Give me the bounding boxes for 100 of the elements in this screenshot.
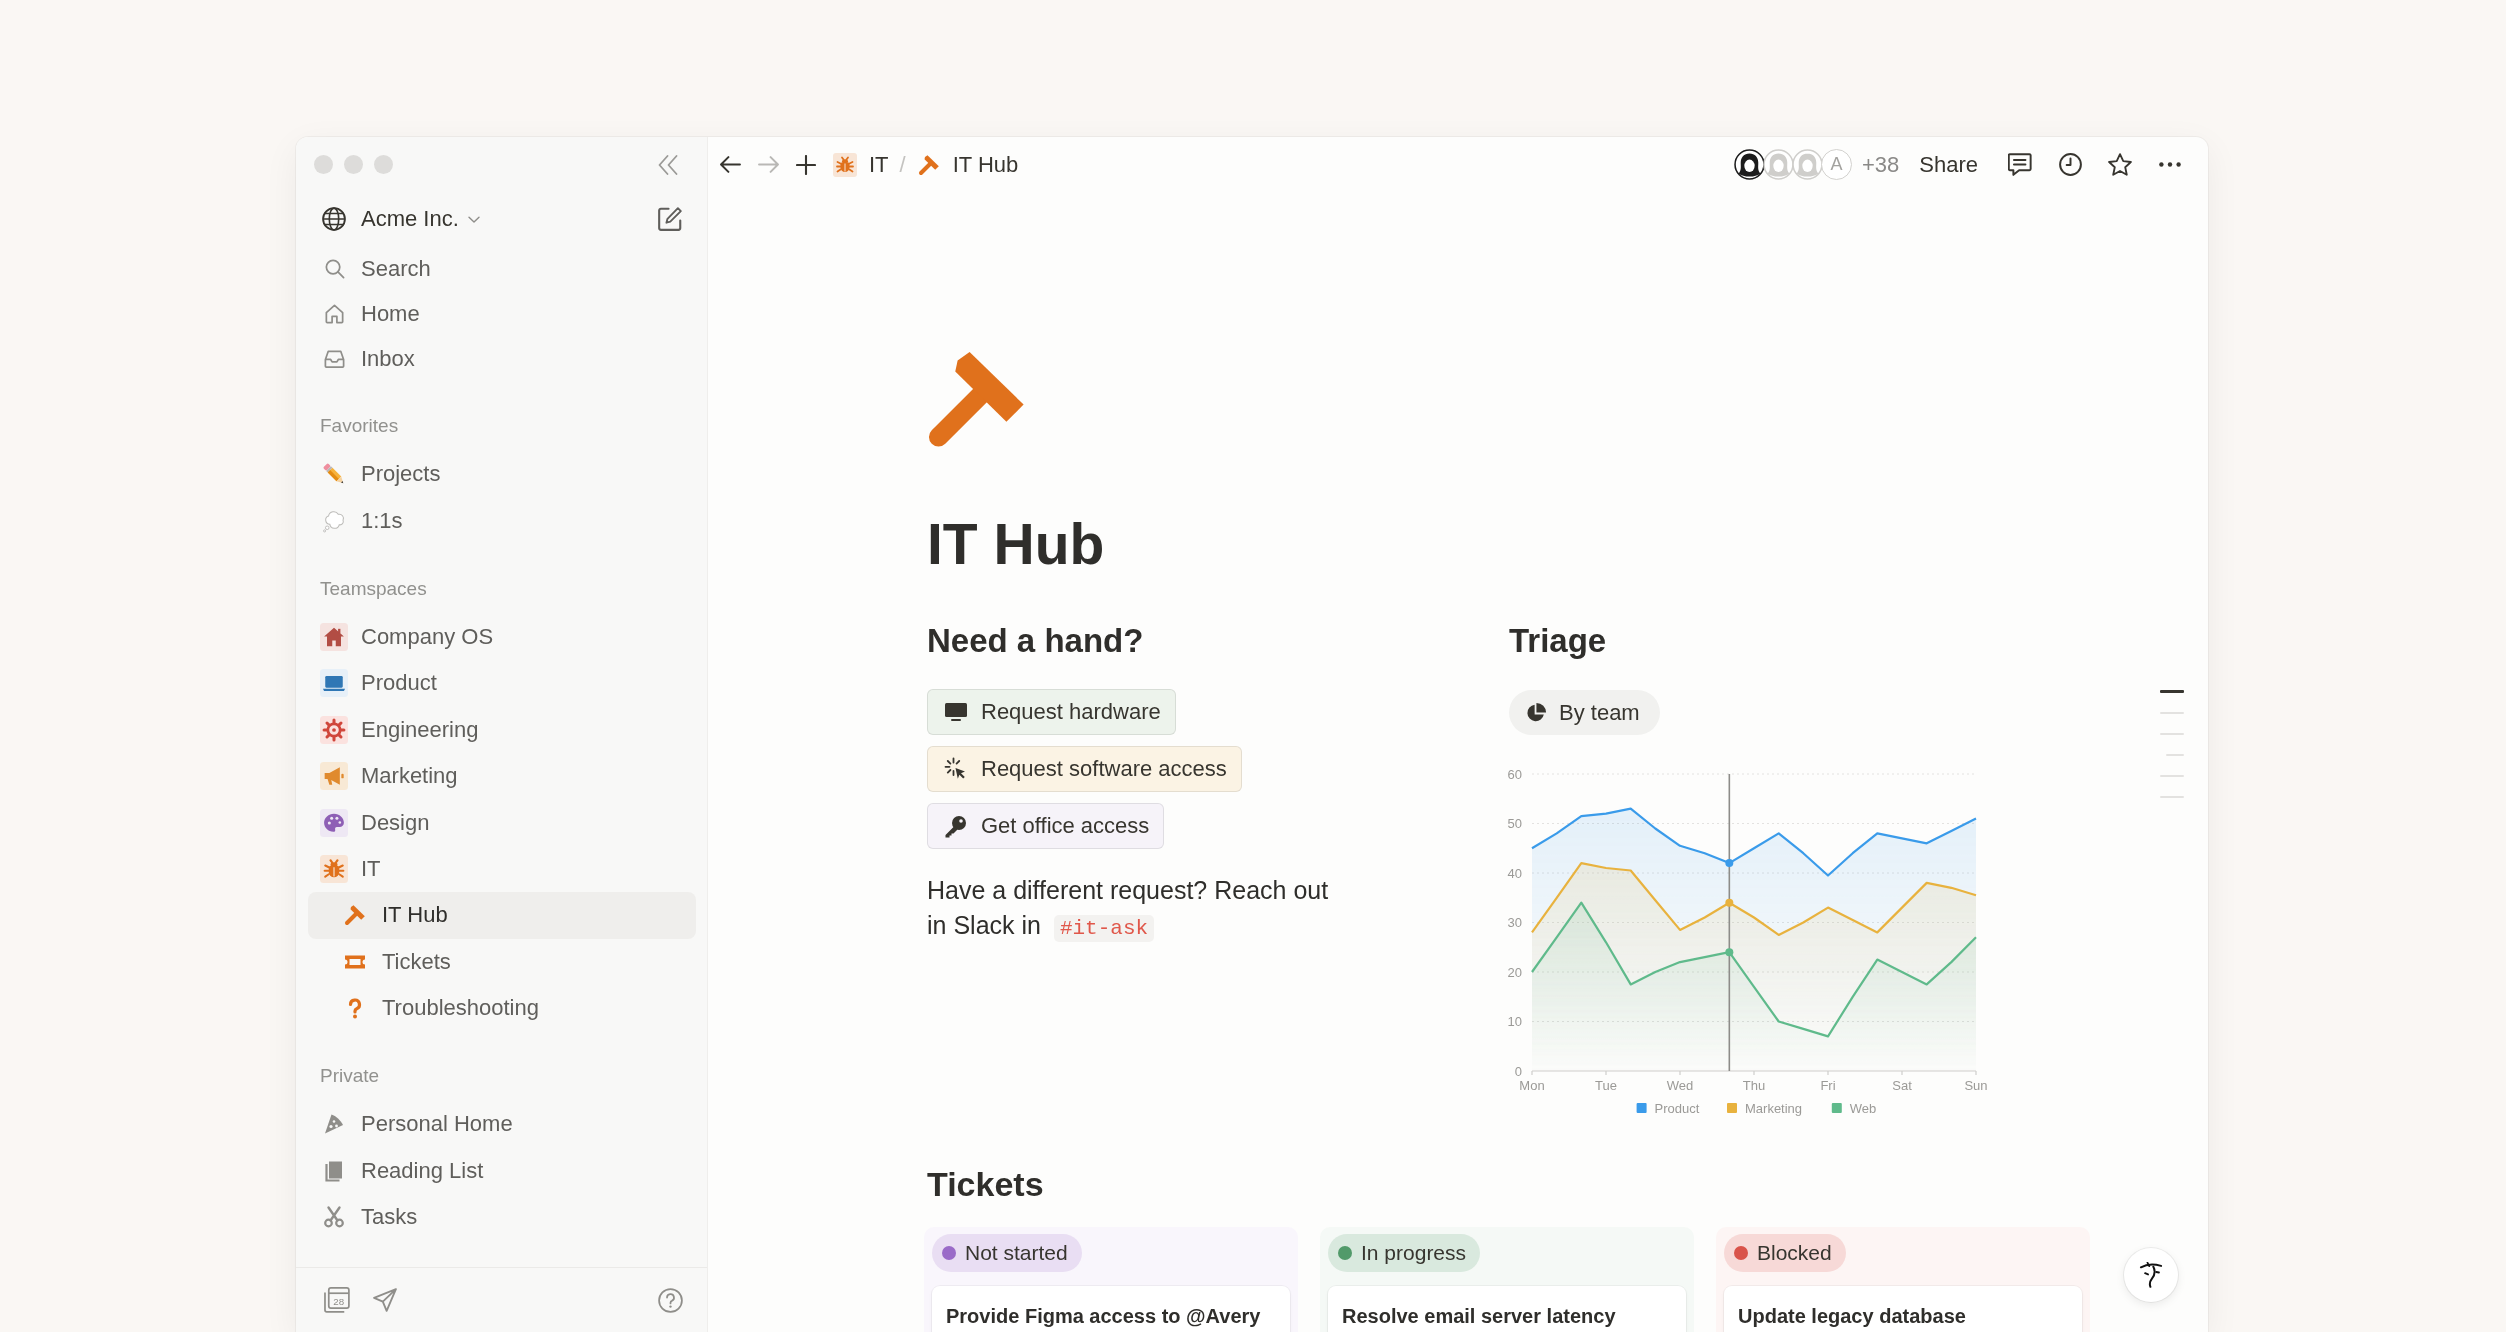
help-note: Have a different request? Reach out in Slack in #it-ask — [927, 875, 1330, 944]
sidebar-section-heading: Teamspaces — [319, 576, 428, 601]
sidebar-page-item[interactable]: Projects — [308, 451, 696, 498]
ticket-card[interactable]: Provide Figma access to @Avery — [932, 1286, 1290, 1332]
paper-plane-icon — [373, 1288, 397, 1312]
axis-tick-label: 60 — [1507, 766, 1522, 782]
axis-tick-label: Tue — [1595, 1078, 1617, 1093]
sidebar-page-item[interactable]: Tasks — [308, 1194, 696, 1241]
request-button[interactable]: Get office access — [927, 803, 1165, 849]
hammer-icon — [343, 903, 367, 928]
bug-icon — [833, 152, 857, 177]
megaphone-icon — [320, 762, 348, 791]
axis-tick-label: 40 — [1507, 865, 1522, 881]
hammer-icon[interactable] — [927, 351, 1027, 449]
right-arrow-icon — [757, 155, 779, 174]
plus-icon — [796, 154, 816, 175]
sidebar-section-heading: Favorites — [319, 414, 400, 438]
axis-tick-label: 50 — [1507, 816, 1522, 831]
sidebar-page-item[interactable]: Product — [308, 660, 696, 707]
scissors-icon — [322, 1205, 346, 1230]
cursor-sparkle-icon — [944, 757, 968, 781]
axis-tick-label: Fri — [1820, 1078, 1836, 1093]
home-icon — [322, 302, 346, 325]
sidebar-page-item[interactable]: Engineering — [308, 706, 696, 753]
sidebar-page-item[interactable]: Tickets — [308, 938, 696, 985]
ticket-card[interactable]: Update legacy database — [1724, 1286, 2082, 1332]
squiggle-doodle-icon — [2138, 1262, 2164, 1288]
sidebar-nav-item[interactable]: Inbox — [308, 336, 696, 381]
workspace-switcher[interactable]: Acme Inc. — [308, 196, 480, 242]
data-point-marker — [1725, 948, 1734, 957]
share-button[interactable]: Share — [1909, 145, 1988, 184]
legend-label: Marketing — [1745, 1100, 1803, 1116]
section-heading: Need a hand? — [927, 621, 1145, 661]
sidebar-page-item[interactable]: Troubleshooting — [308, 984, 696, 1032]
sidebar-page-item[interactable]: Company OS — [308, 613, 696, 661]
legend-label: Web — [1849, 1100, 1877, 1116]
request-button[interactable]: Request hardware — [927, 689, 1176, 735]
axis-tick-label: 20 — [1507, 964, 1522, 980]
key-icon — [944, 814, 968, 838]
breadcrumb-link[interactable]: IT Hub — [910, 147, 1025, 182]
axis-tick-label: Wed — [1666, 1078, 1694, 1093]
legend-label: Product — [1654, 1100, 1700, 1116]
breadcrumb-separator: / — [899, 151, 906, 178]
help-icon — [657, 1287, 683, 1313]
house-icon — [320, 622, 348, 651]
channel-mention[interactable]: #it-ask — [1053, 915, 1155, 942]
section-heading: Triage — [1509, 621, 1608, 661]
card-title: Update legacy database — [1738, 1304, 1967, 1329]
collaborator-count: +38 — [1861, 151, 1900, 178]
data-point-marker — [1725, 898, 1734, 907]
sidebar-page-item[interactable]: Design — [308, 799, 696, 846]
laptop-icon — [320, 669, 348, 698]
chevron-down-icon — [467, 215, 480, 223]
comment-icon — [2008, 153, 2032, 176]
axis-tick-label: 30 — [1507, 915, 1522, 930]
avatar-silhouette-icon[interactable] — [1733, 149, 1765, 180]
pie-chart-icon — [1525, 701, 1547, 724]
sidebar-nav-item[interactable]: Search — [308, 246, 696, 291]
clock-icon — [2058, 153, 2082, 176]
bug-icon — [320, 854, 348, 883]
status-label: Not started — [965, 1241, 1068, 1265]
sidebar-page-item[interactable]: IT — [308, 845, 696, 893]
sidebar-page-item[interactable]: 1:1s — [308, 497, 696, 544]
compose-icon — [658, 207, 682, 231]
sidebar-nav-item[interactable]: Home — [308, 291, 696, 336]
sidebar-page-item[interactable]: Personal Home — [308, 1101, 696, 1148]
section-heading: Tickets — [927, 1164, 1045, 1205]
left-arrow-icon — [719, 155, 741, 174]
outline-line[interactable] — [2160, 690, 2184, 693]
hammer-icon — [916, 152, 941, 177]
axis-tick-label: Thu — [1742, 1078, 1766, 1093]
request-button[interactable]: Request software access — [927, 746, 1242, 792]
status-label: In progress — [1361, 1241, 1467, 1265]
axis-tick-label: 10 — [1507, 1014, 1522, 1029]
page-title: IT Hub — [927, 511, 1106, 578]
card-title: Resolve email server latency — [1342, 1304, 1617, 1329]
palette-icon — [320, 808, 348, 837]
sidebar-page-item[interactable]: Marketing — [308, 752, 696, 800]
thought-bubble-icon — [321, 508, 347, 534]
assistant-button[interactable] — [2124, 1248, 2178, 1302]
double-chevron-left-icon — [658, 154, 678, 175]
card-title: Provide Figma access to @Avery — [946, 1304, 1262, 1329]
sidebar-page-item[interactable]: Reading List — [308, 1147, 696, 1195]
data-point-marker — [1725, 859, 1734, 868]
axis-tick-label: 0 — [1514, 1063, 1522, 1079]
axis-tick-label: Sun — [1964, 1078, 1988, 1093]
star-icon — [2108, 153, 2132, 176]
sidebar-section-heading: Private — [319, 1064, 381, 1089]
sidebar-page-item[interactable]: IT Hub — [308, 892, 696, 939]
globe-icon — [322, 207, 346, 231]
monitor-icon — [944, 700, 968, 724]
view-selector[interactable]: By team — [1509, 690, 1660, 735]
axis-tick-label: Sat — [1892, 1078, 1912, 1093]
ticket-card[interactable]: Resolve email server latency — [1328, 1286, 1686, 1332]
more-icon — [2159, 162, 2181, 167]
breadcrumb-link[interactable]: IT — [827, 147, 895, 182]
inbox-tray-icon — [322, 347, 346, 370]
status-label: Blocked — [1757, 1241, 1832, 1265]
axis-tick-label: Mon — [1519, 1078, 1545, 1093]
gear-icon — [320, 715, 348, 744]
